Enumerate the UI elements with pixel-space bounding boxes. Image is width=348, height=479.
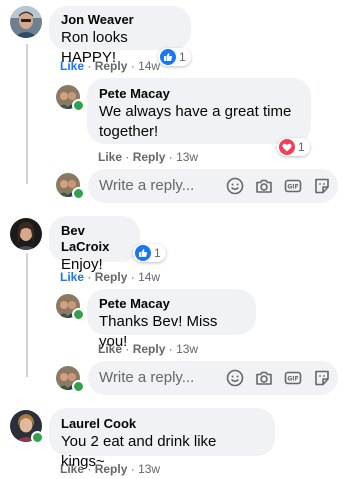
reply-tools: GIF: [225, 176, 332, 196]
timestamp[interactable]: 13w: [176, 150, 198, 164]
svg-text:GIF: GIF: [287, 184, 298, 191]
reaction-count: 1: [154, 246, 161, 260]
avatar[interactable]: [10, 218, 42, 250]
comment-author[interactable]: Laurel Cook: [61, 416, 263, 432]
separator: ·: [130, 462, 139, 476]
timestamp[interactable]: 14w: [138, 270, 160, 284]
emoji-icon[interactable]: [225, 176, 245, 196]
separator: ·: [87, 462, 95, 476]
separator: ·: [125, 150, 133, 164]
thread-line: [26, 44, 28, 184]
comment-bubble: Pete Macay We always have a great time t…: [87, 78, 311, 144]
thread-line: [26, 253, 28, 377]
reply-button[interactable]: Reply: [133, 342, 166, 356]
reaction-summary[interactable]: 1: [133, 244, 166, 262]
reaction-summary[interactable]: 1: [277, 138, 310, 156]
like-button[interactable]: Like: [98, 150, 122, 164]
separator: ·: [130, 270, 139, 284]
svg-text:GIF: GIF: [287, 376, 298, 383]
comment-actions: Like · Reply · 13w: [98, 149, 198, 165]
timestamp[interactable]: 14w: [138, 59, 160, 73]
comment-author[interactable]: Pete Macay: [99, 86, 299, 102]
comment-author[interactable]: Pete Macay: [99, 296, 244, 312]
like-button[interactable]: Like: [60, 270, 84, 284]
avatar[interactable]: [10, 6, 42, 38]
comment-actions: Like · Reply · 14w: [60, 58, 160, 74]
like-reaction-icon: [135, 245, 151, 261]
timestamp[interactable]: 13w: [176, 342, 198, 356]
separator: ·: [87, 59, 95, 73]
like-reaction-icon: [160, 49, 176, 65]
sticker-icon[interactable]: [312, 368, 332, 388]
reply-placeholder: Write a reply...: [99, 369, 195, 386]
reaction-count: 1: [179, 50, 186, 64]
separator: ·: [130, 59, 139, 73]
timestamp[interactable]: 13w: [138, 462, 160, 476]
online-status-icon: [31, 431, 44, 444]
reply-input[interactable]: Write a reply... GIF: [88, 361, 338, 395]
reply-button[interactable]: Reply: [95, 59, 128, 73]
like-button[interactable]: Like: [98, 342, 122, 356]
reply-tools: GIF: [225, 368, 332, 388]
separator: ·: [87, 270, 95, 284]
gif-icon[interactable]: GIF: [283, 368, 303, 388]
online-status-icon: [72, 187, 85, 200]
online-status-icon: [72, 99, 85, 112]
gif-icon[interactable]: GIF: [283, 176, 303, 196]
reply-button[interactable]: Reply: [95, 462, 128, 476]
camera-icon[interactable]: [254, 176, 274, 196]
comment-bubble: Jon Weaver Ron looks HAPPY!: [49, 6, 191, 66]
separator: ·: [125, 342, 133, 356]
separator: ·: [168, 342, 177, 356]
like-button[interactable]: Like: [60, 59, 84, 73]
camera-icon[interactable]: [254, 368, 274, 388]
separator: ·: [168, 150, 177, 164]
comment-author[interactable]: Jon Weaver: [61, 12, 179, 28]
reaction-count: 1: [298, 140, 305, 154]
reaction-summary[interactable]: 1: [158, 48, 191, 66]
reply-button[interactable]: Reply: [95, 270, 128, 284]
comment-actions: Like · Reply · 13w: [60, 461, 160, 477]
comment-actions: Like · Reply · 14w: [60, 269, 160, 285]
reply-button[interactable]: Reply: [133, 150, 166, 164]
emoji-icon[interactable]: [225, 368, 245, 388]
comment-bubble: Bev LaCroix Enjoy!: [49, 216, 140, 273]
comment-bubble: Laurel Cook You 2 eat and drink like kin…: [49, 408, 275, 470]
comment-author[interactable]: Bev LaCroix: [61, 223, 128, 255]
comment-actions: Like · Reply · 13w: [98, 341, 198, 357]
like-button[interactable]: Like: [60, 462, 84, 476]
comment-text: We always have a great time together!: [99, 103, 292, 140]
love-reaction-icon: [279, 139, 295, 155]
online-status-icon: [72, 308, 85, 321]
sticker-icon[interactable]: [312, 176, 332, 196]
comment-bubble: Pete Macay Thanks Bev! Miss you!: [87, 289, 256, 350]
reply-input[interactable]: Write a reply... GIF: [88, 169, 338, 203]
reply-placeholder: Write a reply...: [99, 177, 195, 194]
online-status-icon: [72, 380, 85, 393]
